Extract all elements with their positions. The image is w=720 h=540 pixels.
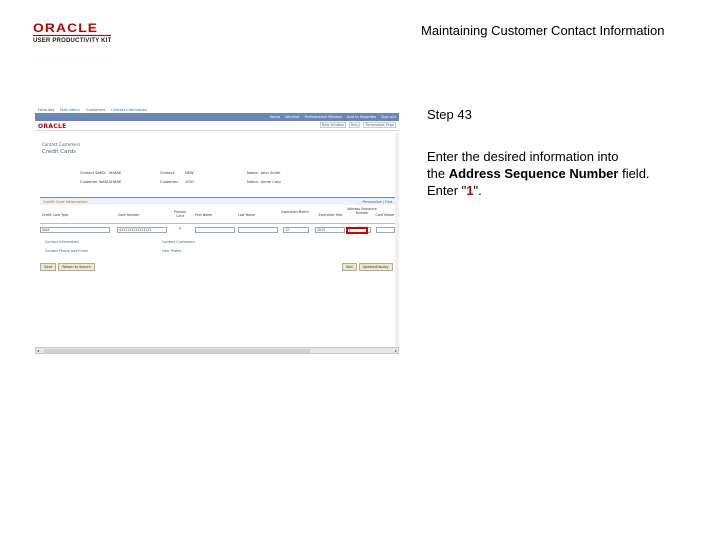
card-holder-field[interactable] [376,227,395,233]
screen-title: Credit Cards [42,149,77,155]
logo-divider [33,35,111,36]
brand-logo: ORACLE [38,123,67,130]
menu-favorites[interactable]: Favorites [38,108,54,112]
application-screenshot: Favorites Main Menu Customers Contact In… [35,106,399,354]
nav-bar: Home Worklist Performance Monitor Add to… [35,113,399,121]
nav-performance[interactable]: Performance Monitor [304,115,342,119]
contact-label: Contact: [160,171,176,175]
name-value-2: Acme Corp [261,180,281,184]
logo-subtitle: USER PRODUCTIVITY KIT [33,38,112,44]
link-user-profile[interactable]: User Profile [162,249,181,253]
update-display-button[interactable]: Update/Display [358,263,393,271]
customer-setid-value: SHARE [109,180,122,184]
exp-month-field[interactable]: 12 [283,227,309,233]
contact-setid-label: Contact SetID: [80,171,107,175]
link-contact-customers[interactable]: Contact Customers [162,240,195,244]
grid-columns: Credit Card Type Card Number Primary Car… [40,207,395,224]
vertical-scrollbar[interactable] [395,133,399,347]
link-contact-information[interactable]: Contact Information [45,240,79,244]
logo-brand: ORACLE [33,21,99,35]
customer-label: Customer: [160,180,179,184]
col-last-name: Last Name [238,213,256,217]
new-window-link[interactable]: New Window [319,122,346,128]
col-primary: Primary Card [173,210,187,218]
help-link[interactable]: Help [348,122,361,128]
first-name-field[interactable] [195,227,235,233]
step-number: Step 43 [427,107,472,122]
exp-year-field[interactable]: 2015 [315,227,345,233]
instruction-line2-pre: the [427,166,449,181]
col-card-holder: Card Holder [375,213,395,217]
field-name: Address Sequence Number [448,166,619,181]
col-exp-month: Expiration Month [281,210,309,214]
contact-value: NEW [185,171,194,175]
nav-home[interactable]: Home [269,115,280,119]
grid-nav[interactable]: Personalize | Find [363,200,392,204]
enter-pre: Enter " [427,183,467,198]
instruction-line1: Enter the desired information into [427,149,619,164]
col-address-seq: Address Sequence Number [347,207,377,215]
link-contact-phone-email[interactable]: Contact Phone and Email [45,249,88,253]
scroll-left-arrow-icon[interactable]: ◂ [37,348,39,353]
menu-customers[interactable]: Customers [86,108,105,112]
page-title: Maintaining Customer Contact Information [421,23,665,38]
breadcrumb: Contact Customers [42,142,81,147]
name-label: Name: [247,171,259,175]
breadcrumb-menu: Favorites Main Menu Customers Contact In… [35,106,399,113]
card-number-field[interactable]: 4111111111111111 [117,227,167,233]
instruction-text: Enter the desired information into the A… [427,148,702,199]
table-row: VISA 4111111111111111 P 12 2015 [40,226,395,235]
name-label-2: Name: [247,180,259,184]
customer-value: 1001 [185,180,195,184]
scroll-thumb[interactable] [44,349,310,353]
personalize-link[interactable]: Personalize Page [363,122,396,128]
page-tools: New Window Help Personalize Page [319,122,396,128]
col-card-type: Credit Card Type [42,213,69,217]
save-button[interactable]: Save [40,263,57,271]
oracle-upk-logo: ORACLE USER PRODUCTIVITY KIT [33,22,123,48]
contact-setid-value: SHARE [109,171,122,175]
grid-title: Credit Card Information [43,199,88,204]
last-name-field[interactable] [238,227,278,233]
return-to-search-button[interactable]: Return to Search [58,263,95,271]
nav-add-favorites[interactable]: Add to Favorites [347,115,376,119]
instruction-line2-post: field. [618,166,650,181]
button-row-right: Add Update/Display [342,263,393,271]
menu-contact-information[interactable]: Contact Information [111,108,147,112]
add-button[interactable]: Add [342,263,357,271]
scroll-right-arrow-icon[interactable]: ▸ [395,348,397,353]
enter-value: 1 [466,183,474,198]
col-exp-year: Expiration Year [318,213,343,217]
col-first-name: First Name [195,213,213,217]
menu-main[interactable]: Main Menu [60,108,80,112]
col-card-number: Card Number [118,213,140,217]
highlight-box [346,227,368,234]
primary-card-value: P [178,227,186,233]
nav-signout[interactable]: Sign out [381,115,396,119]
customer-setid-label: Customer SetID: [80,180,110,184]
card-type-select[interactable]: VISA [40,227,110,233]
grid-header: Credit Card Information Personalize | Fi… [40,197,395,205]
button-row-left: Save Return to Search [40,263,95,271]
name-value: John Smith [261,171,281,175]
enter-post: ". [473,183,482,198]
horizontal-scrollbar[interactable]: ◂ ▸ [35,347,399,354]
nav-worklist[interactable]: Worklist [285,115,299,119]
